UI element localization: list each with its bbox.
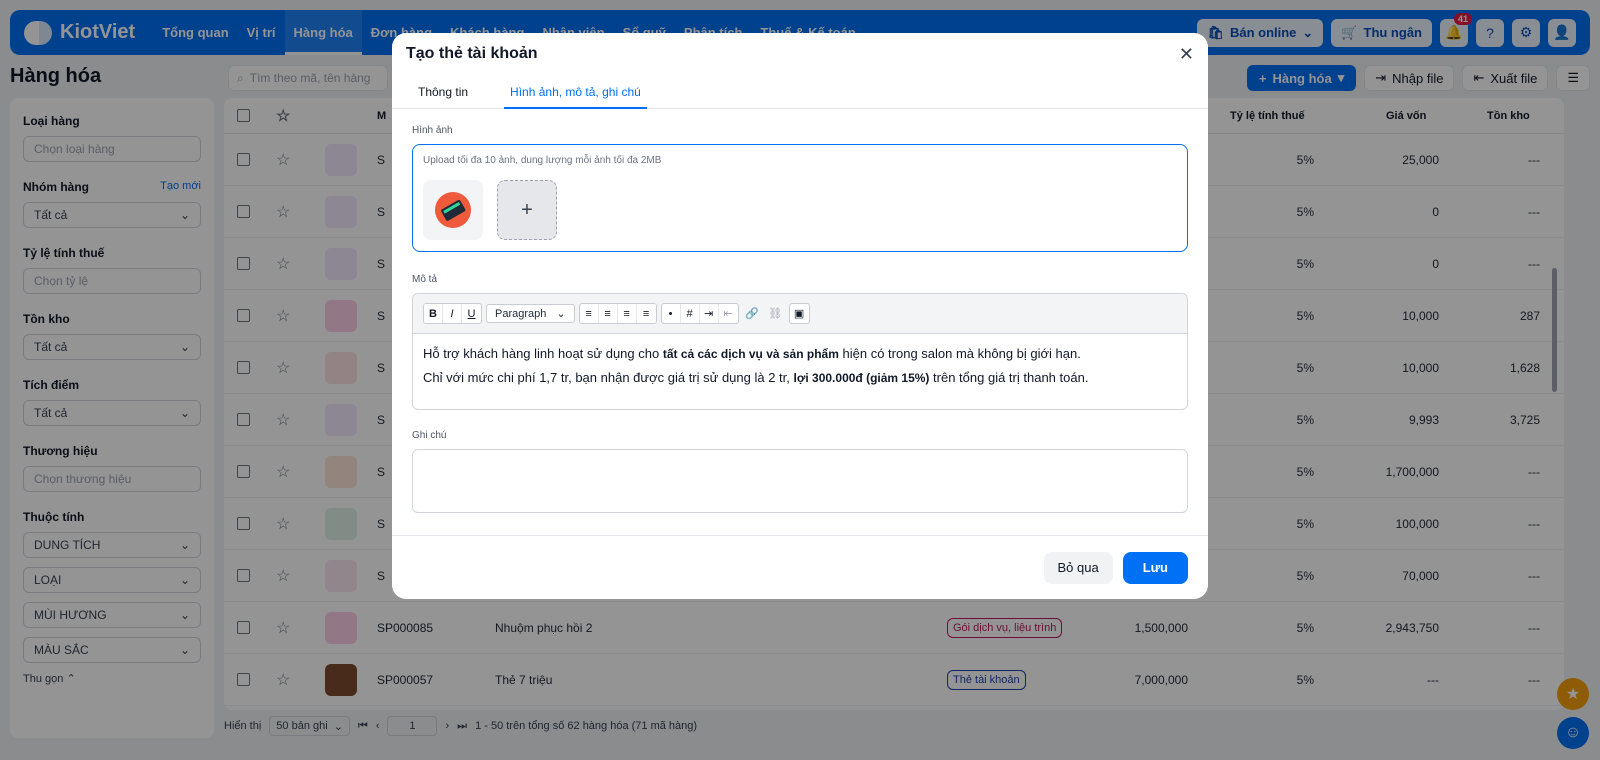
indent-icon[interactable]: ⇥ [700, 304, 719, 323]
tab-images-description-notes[interactable]: Hình ảnh, mô tả, ghi chú [504, 75, 647, 109]
description-line-2: Chỉ với mức chi phí 1,7 tr, bạn nhận đượ… [423, 370, 1089, 385]
tab-info[interactable]: Thông tin [412, 75, 474, 108]
align-center-icon[interactable]: ≡ [599, 304, 618, 323]
modal-title: Tạo thẻ tài khoản [406, 45, 538, 62]
notes-label: Ghi chú [412, 430, 447, 441]
chevron-down-icon: ⌄ [556, 308, 566, 320]
image-label: Hình ảnh [412, 125, 453, 136]
save-button[interactable]: Lưu [1122, 551, 1188, 584]
upload-hint: Upload tối đa 10 ảnh, dung lượng mỗi ảnh… [423, 155, 662, 166]
insert-image-icon[interactable]: ▣ [790, 304, 809, 323]
underline-button[interactable]: U [462, 304, 481, 323]
description-label: Mô tả [412, 274, 438, 285]
align-right-icon[interactable]: ≡ [618, 304, 637, 323]
bold-button[interactable]: B [424, 304, 443, 323]
description-editor: B I U Paragraph ⌄ ≡ ≡ ≡ ≡ • # ⇥ ⇤ 🔗 ⛓ ▣ … [412, 293, 1188, 410]
italic-button[interactable]: I [443, 304, 462, 323]
description-line-1: Hỗ trợ khách hàng linh hoạt sử dụng cho … [423, 346, 1081, 361]
paragraph-format-select[interactable]: Paragraph ⌄ [486, 304, 575, 323]
create-account-card-modal: Tạo thẻ tài khoản ✕ Thông tin Hình ảnh, … [392, 33, 1208, 599]
uploaded-image-thumbnail[interactable] [423, 180, 483, 240]
outdent-icon[interactable]: ⇤ [719, 304, 738, 323]
image-upload-area[interactable]: Upload tối đa 10 ảnh, dung lượng mỗi ảnh… [412, 144, 1188, 252]
notes-textarea[interactable] [412, 449, 1188, 513]
link-icon[interactable]: 🔗 [743, 304, 762, 323]
description-content[interactable]: Hỗ trợ khách hàng linh hoạt sử dụng cho … [413, 334, 1187, 409]
unlink-icon[interactable]: ⛓ [766, 304, 785, 323]
close-icon[interactable]: ✕ [1179, 44, 1194, 65]
card-image-icon [435, 192, 471, 228]
align-justify-icon[interactable]: ≡ [637, 304, 656, 323]
bullet-list-icon[interactable]: • [662, 304, 681, 323]
add-image-button[interactable]: + [497, 180, 557, 240]
plus-icon: + [521, 198, 533, 221]
align-left-icon[interactable]: ≡ [580, 304, 599, 323]
numbered-list-icon[interactable]: # [681, 304, 700, 323]
editor-toolbar: B I U Paragraph ⌄ ≡ ≡ ≡ ≡ • # ⇥ ⇤ 🔗 ⛓ ▣ [413, 294, 1187, 334]
modal-tabs: Thông tin Hình ảnh, mô tả, ghi chú [392, 75, 1208, 109]
cancel-button[interactable]: Bỏ qua [1043, 551, 1113, 584]
